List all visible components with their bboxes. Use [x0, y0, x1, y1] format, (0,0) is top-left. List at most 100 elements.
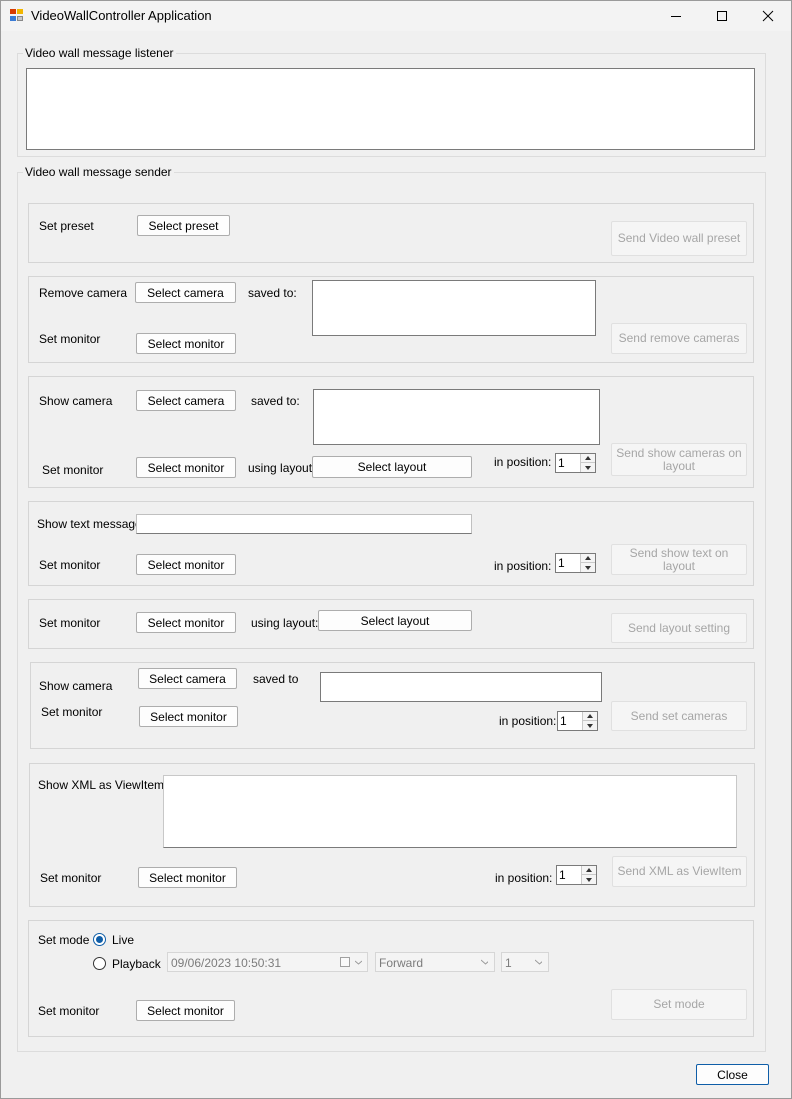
layout-using-layout-label: using layout: — [251, 616, 319, 630]
layout-select-layout-button[interactable]: Select layout — [318, 610, 472, 631]
show-select-layout-button[interactable]: Select layout — [312, 456, 472, 478]
show-xml-label: Show XML as ViewItems: — [38, 778, 174, 792]
show-xml-input[interactable] — [163, 775, 737, 848]
remove-select-camera-button[interactable]: Select camera — [135, 282, 236, 303]
show-text-label: Show text message: — [37, 517, 146, 531]
send-layout-setting-button[interactable]: Send layout setting — [611, 613, 747, 643]
chevron-down-icon — [535, 959, 542, 965]
set-cameras-select-monitor-button[interactable]: Select monitor — [139, 706, 238, 727]
text-position-stepper[interactable]: 1 — [555, 553, 596, 573]
spin-up-button[interactable] — [581, 454, 595, 463]
show-text-input[interactable] — [136, 514, 472, 534]
live-radio[interactable] — [93, 933, 106, 946]
spin-up-button[interactable] — [583, 712, 597, 721]
xml-select-monitor-button[interactable]: Select monitor — [138, 867, 237, 888]
chevron-down-icon — [585, 565, 591, 570]
maximize-icon — [717, 10, 727, 21]
xml-position-spin — [581, 866, 596, 884]
close-button[interactable]: Close — [696, 1064, 769, 1085]
text-in-position-label: in position: — [494, 559, 552, 573]
set-cameras-saved-to-label: saved to — [253, 672, 299, 686]
remove-saved-to-box[interactable] — [312, 280, 596, 336]
layout-select-monitor-button[interactable]: Select monitor — [136, 612, 236, 633]
direction-dropdown[interactable]: Forward — [375, 952, 495, 972]
remove-select-monitor-button[interactable]: Select monitor — [136, 333, 236, 354]
spin-down-button[interactable] — [581, 463, 595, 472]
text-position-spin — [580, 554, 595, 572]
show-saved-to-box[interactable] — [313, 389, 600, 445]
send-remove-cameras-button[interactable]: Send remove cameras — [611, 323, 747, 354]
spin-up-button[interactable] — [582, 866, 596, 875]
mode-select-monitor-button[interactable]: Select monitor — [136, 1000, 235, 1021]
text-select-monitor-button[interactable]: Select monitor — [136, 554, 236, 575]
minimize-button[interactable] — [653, 0, 699, 31]
chevron-up-icon — [585, 456, 591, 460]
playback-radio[interactable] — [93, 957, 106, 970]
show-select-camera-button[interactable]: Select camera — [136, 390, 236, 411]
show-position-stepper[interactable]: 1 — [555, 453, 596, 473]
select-preset-button[interactable]: Select preset — [137, 215, 230, 236]
chevron-up-icon — [585, 556, 591, 560]
xml-in-position-label: in position: — [495, 871, 553, 885]
xml-position-stepper[interactable]: 1 — [556, 865, 597, 885]
layout-set-monitor-label: Set monitor — [39, 616, 101, 630]
maximize-button[interactable] — [699, 0, 745, 31]
set-cameras-position-value: 1 — [560, 714, 567, 728]
listener-group-title: Video wall message listener — [23, 46, 176, 60]
chevron-up-icon — [586, 868, 592, 872]
app-icon — [10, 9, 24, 22]
close-window-button[interactable] — [745, 0, 791, 31]
spin-up-button[interactable] — [581, 554, 595, 563]
set-cameras-set-monitor-label: Set monitor — [41, 705, 103, 719]
speed-value: 1 — [505, 956, 512, 970]
calendar-icon — [340, 957, 350, 967]
chevron-down-icon — [587, 723, 593, 728]
send-set-cameras-button[interactable]: Send set cameras — [611, 701, 747, 731]
minimize-icon — [671, 15, 681, 17]
show-in-position-label: in position: — [494, 455, 552, 469]
mode-set-monitor-label: Set monitor — [38, 1004, 100, 1018]
set-cameras-position-stepper[interactable]: 1 — [557, 711, 598, 731]
spin-down-button[interactable] — [581, 563, 595, 572]
close-icon — [762, 10, 774, 21]
datetime-value: 09/06/2023 10:50:31 — [171, 956, 282, 970]
set-mode-button[interactable]: Set mode — [611, 989, 747, 1020]
spin-down-button[interactable] — [583, 721, 597, 730]
set-preset-label: Set preset — [39, 219, 94, 233]
set-cameras-in-position-label: in position: — [499, 714, 557, 728]
text-set-monitor-label: Set monitor — [39, 558, 101, 572]
xml-set-monitor-label: Set monitor — [40, 871, 102, 885]
show-set-monitor-label: Set monitor — [42, 463, 104, 477]
xml-position-value: 1 — [559, 868, 566, 882]
spin-down-button[interactable] — [582, 875, 596, 884]
send-show-cameras-button[interactable]: Send show cameras on layout — [611, 443, 747, 476]
speed-dropdown[interactable]: 1 — [501, 952, 549, 972]
window-title: VideoWallController Application — [31, 8, 212, 23]
live-radio-label: Live — [112, 933, 135, 947]
direction-value: Forward — [379, 956, 424, 970]
set-mode-label: Set mode — [38, 933, 90, 947]
set-cameras-saved-to-box[interactable] — [320, 672, 602, 702]
sender-group-title: Video wall message sender — [23, 165, 174, 179]
chevron-down-icon — [585, 465, 591, 470]
playback-datetime-picker[interactable]: 09/06/2023 10:50:31 — [167, 952, 368, 972]
send-xml-button[interactable]: Send XML as ViewItem — [612, 856, 747, 887]
show-saved-to-label: saved to: — [251, 394, 300, 408]
playback-radio-label: Playback — [112, 957, 161, 971]
chevron-down-icon — [481, 959, 488, 965]
send-show-text-button[interactable]: Send show text on layout — [611, 544, 747, 575]
chevron-down-icon — [586, 877, 592, 882]
set-cameras-position-spin — [582, 712, 597, 730]
chevron-up-icon — [587, 714, 593, 718]
show-select-monitor-button[interactable]: Select monitor — [136, 457, 236, 478]
remove-set-monitor-label: Set monitor — [39, 332, 101, 346]
send-video-wall-preset-button[interactable]: Send Video wall preset — [611, 221, 747, 256]
show-using-layout-label: using layout: — [248, 461, 316, 475]
set-cameras-select-camera-button[interactable]: Select camera — [138, 668, 237, 689]
listener-message-box[interactable] — [26, 68, 755, 150]
chevron-down-icon — [355, 960, 362, 965]
show-camera-label: Show camera — [39, 394, 113, 408]
text-position-value: 1 — [558, 556, 565, 570]
show-position-spin — [580, 454, 595, 472]
set-cameras-show-camera-label: Show camera — [39, 679, 113, 693]
